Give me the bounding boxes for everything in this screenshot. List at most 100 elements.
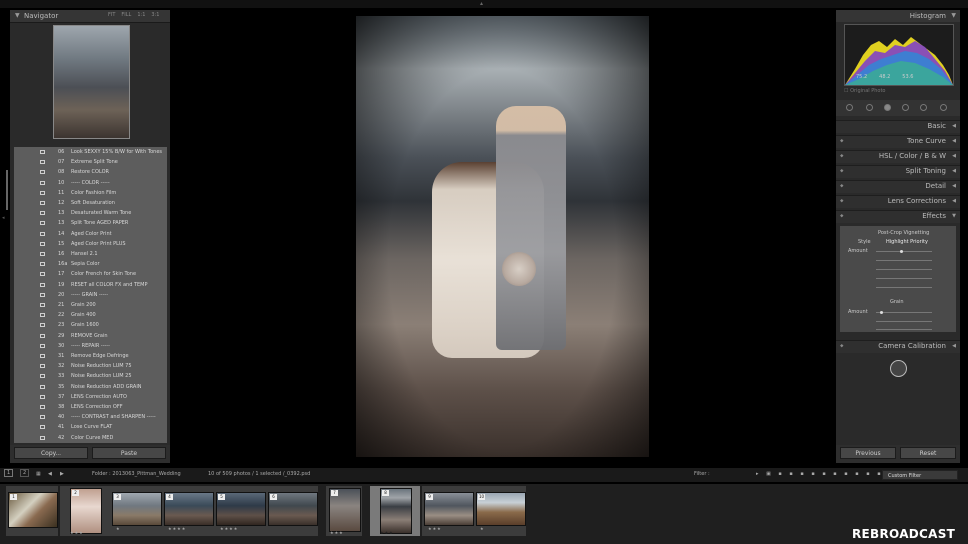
histogram-header[interactable]: Histogram ▼ xyxy=(836,10,960,22)
preset-item[interactable]: 33 Noise Reduction LUM 25 xyxy=(14,371,167,381)
target-icon[interactable] xyxy=(890,360,907,377)
preset-item[interactable]: 32 Noise Reduction LUM 75 xyxy=(14,361,167,371)
filmstrip-cell[interactable]: 6 xyxy=(266,486,318,536)
section-split-toning[interactable]: ⬥ Split Toning ◀ xyxy=(836,165,960,178)
copy-button[interactable]: Copy... xyxy=(14,447,88,459)
preset-item[interactable]: 13 Desaturated Warm Tone xyxy=(14,208,167,218)
filmstrip-cell[interactable]: 10 ★ xyxy=(474,486,526,536)
collapse-triangle-icon[interactable]: ◀ xyxy=(952,343,956,349)
preset-item[interactable]: 40 ----- CONTRAST and SHARPEN ----- xyxy=(14,412,167,422)
collapse-triangle-icon[interactable]: ◀ xyxy=(952,198,956,204)
collapse-triangle-icon[interactable]: ◀ xyxy=(952,123,956,129)
navigator-header[interactable]: ▼ Navigator FIT FILL 1:1 3:1 xyxy=(10,10,170,23)
vignette-feather-slider[interactable] xyxy=(876,278,932,279)
preset-item[interactable]: 16 Hansel 2.1 xyxy=(14,249,167,259)
collapse-triangle-icon[interactable]: ▼ xyxy=(15,12,20,19)
filmstrip-cell[interactable]: 1 xyxy=(6,486,58,536)
spot-removal-tool-icon[interactable] xyxy=(884,104,891,111)
section-basic[interactable]: Basic ◀ xyxy=(836,120,960,133)
graduated-filter-tool-icon[interactable] xyxy=(920,104,927,111)
preset-item[interactable]: 37 LENS Correction AUTO xyxy=(14,392,167,402)
toggle-icon[interactable]: ⬥ xyxy=(840,183,844,189)
preset-item[interactable]: 31 Remove Edge Defringe xyxy=(14,351,167,361)
preset-item[interactable]: 15 Aged Color Print PLUS xyxy=(14,239,167,249)
filmstrip-cell[interactable]: 5 ★★★★ xyxy=(214,486,266,536)
left-panel-toggle-icon[interactable]: ◂ xyxy=(2,215,5,229)
section-camera-calibration[interactable]: ⬥ Camera Calibration ◀ xyxy=(836,340,960,353)
preset-item[interactable]: 08 Restore COLOR xyxy=(14,167,167,177)
vignette-style-dropdown[interactable]: Highlight Priority xyxy=(886,239,928,245)
section-detail[interactable]: ⬥ Detail ◀ xyxy=(836,180,960,193)
preset-item[interactable]: 41 Lose Curve FLAT xyxy=(14,422,167,432)
red-eye-tool-icon[interactable] xyxy=(902,104,909,111)
forward-arrow-icon[interactable]: ▶ xyxy=(60,471,64,477)
preset-item[interactable]: 07 Extreme Split Tone xyxy=(14,157,167,167)
zoom-fill[interactable]: FILL xyxy=(121,12,131,18)
toggle-icon[interactable]: ⬥ xyxy=(840,213,844,219)
preset-item[interactable]: 38 LENS Correction OFF xyxy=(14,402,167,412)
filmstrip-cell[interactable]: 2 ★★★ xyxy=(60,486,112,536)
left-panel-scrollbar[interactable] xyxy=(6,170,8,210)
top-panel-toggle-icon[interactable]: ▴ xyxy=(480,0,483,7)
preset-item[interactable]: 29 REMOVE Grain xyxy=(14,331,167,341)
crop-tool-icon[interactable] xyxy=(866,104,873,111)
grid-tool-icon[interactable] xyxy=(846,104,853,111)
section-tone-curve[interactable]: ⬥ Tone Curve ◀ xyxy=(836,135,960,148)
photo-count[interactable]: 10 of 509 photos / 1 selected /_0392.psd xyxy=(208,471,310,477)
preset-item[interactable]: 20 ----- GRAIN ----- xyxy=(14,290,167,300)
filmstrip-cell-selected[interactable]: 8 ★★★ xyxy=(370,486,420,536)
folder-path[interactable]: Folder : 2013063_Pittman_Wedding xyxy=(92,471,181,477)
collapse-triangle-icon[interactable]: ◀ xyxy=(952,168,956,174)
grain-roughness-slider[interactable] xyxy=(876,329,932,330)
zoom-fit[interactable]: FIT xyxy=(108,12,115,18)
preset-item[interactable]: 22 Grain 400 xyxy=(14,310,167,320)
grid-view-icon[interactable]: ▦ xyxy=(36,471,41,477)
preset-item[interactable]: 17 Color French for Skin Tone xyxy=(14,269,167,279)
preset-item[interactable]: 10 ----- COLOR ----- xyxy=(14,178,167,188)
preset-item[interactable]: 14 Aged Color Print xyxy=(14,229,167,239)
collapse-triangle-icon[interactable]: ◀ xyxy=(952,138,956,144)
adjustment-brush-tool-icon[interactable] xyxy=(940,104,947,111)
preset-item[interactable]: 06 Look SEXXY 15% B/W for With Tones xyxy=(14,147,167,157)
filmstrip-cell[interactable]: 3 ★ xyxy=(110,486,162,536)
original-photo-checkbox[interactable]: ☐ Original Photo xyxy=(844,88,886,94)
collapse-triangle-icon[interactable]: ▼ xyxy=(951,12,956,19)
section-hsl[interactable]: ⬥ HSL / Color / B & W ◀ xyxy=(836,150,960,163)
section-lens-corrections[interactable]: ⬥ Lens Corrections ◀ xyxy=(836,195,960,208)
page-2-button[interactable]: 2 xyxy=(20,469,30,477)
previous-button[interactable]: Previous xyxy=(840,447,896,459)
navigator-thumbnail[interactable] xyxy=(53,25,130,139)
zoom-1-1[interactable]: 1:1 xyxy=(137,12,145,18)
preset-item[interactable]: 21 Grain 200 xyxy=(14,300,167,310)
toggle-icon[interactable]: ⬥ xyxy=(840,198,844,204)
paste-button[interactable]: Paste xyxy=(92,447,166,459)
preset-item[interactable]: 35 Noise Reduction ADD GRAIN xyxy=(14,382,167,392)
top-panel-toggle-bar[interactable] xyxy=(0,0,968,8)
zoom-3-1[interactable]: 3:1 xyxy=(151,12,159,18)
reset-button[interactable]: Reset xyxy=(900,447,956,459)
page-1-button[interactable]: 1 xyxy=(4,469,14,477)
preset-item[interactable]: 30 ----- REPAIR ----- xyxy=(14,341,167,351)
vignette-amount-knob[interactable] xyxy=(900,250,903,253)
section-effects[interactable]: ⬥ Effects ▼ xyxy=(836,210,960,223)
toggle-icon[interactable]: ⬥ xyxy=(840,168,844,174)
collapse-triangle-icon[interactable]: ◀ xyxy=(952,153,956,159)
back-arrow-icon[interactable]: ◀ xyxy=(48,471,52,477)
preset-item[interactable]: 12 Soft Desaturation xyxy=(14,198,167,208)
preset-item[interactable]: 16a Sepia Color xyxy=(14,259,167,269)
grain-amount-knob[interactable] xyxy=(880,311,883,314)
grain-amount-slider[interactable] xyxy=(876,312,932,313)
vignette-amount-slider[interactable] xyxy=(876,251,932,252)
filter-flags-icons[interactable]: ▸ ▣ ▪ ▪ ▪ ▪ ▪ ▪ ▪ ▪ ▪ ▪ xyxy=(756,471,884,477)
toggle-icon[interactable]: ⬥ xyxy=(840,153,844,159)
collapse-triangle-icon[interactable]: ◀ xyxy=(952,183,956,189)
preset-item[interactable]: 42 Color Curve MED xyxy=(14,433,167,443)
grain-size-slider[interactable] xyxy=(876,321,932,322)
preset-item[interactable]: 11 Color Fashion Film xyxy=(14,188,167,198)
preset-item[interactable]: 19 RESET all COLOR FX and TEMP xyxy=(14,280,167,290)
expand-triangle-icon[interactable]: ▼ xyxy=(952,213,956,219)
filmstrip-cell[interactable]: 9 ★★★ xyxy=(422,486,474,536)
vignette-roundness-slider[interactable] xyxy=(876,269,932,270)
custom-filter-dropdown[interactable]: Custom Filter xyxy=(882,470,958,480)
vignette-highlights-slider[interactable] xyxy=(876,287,932,288)
